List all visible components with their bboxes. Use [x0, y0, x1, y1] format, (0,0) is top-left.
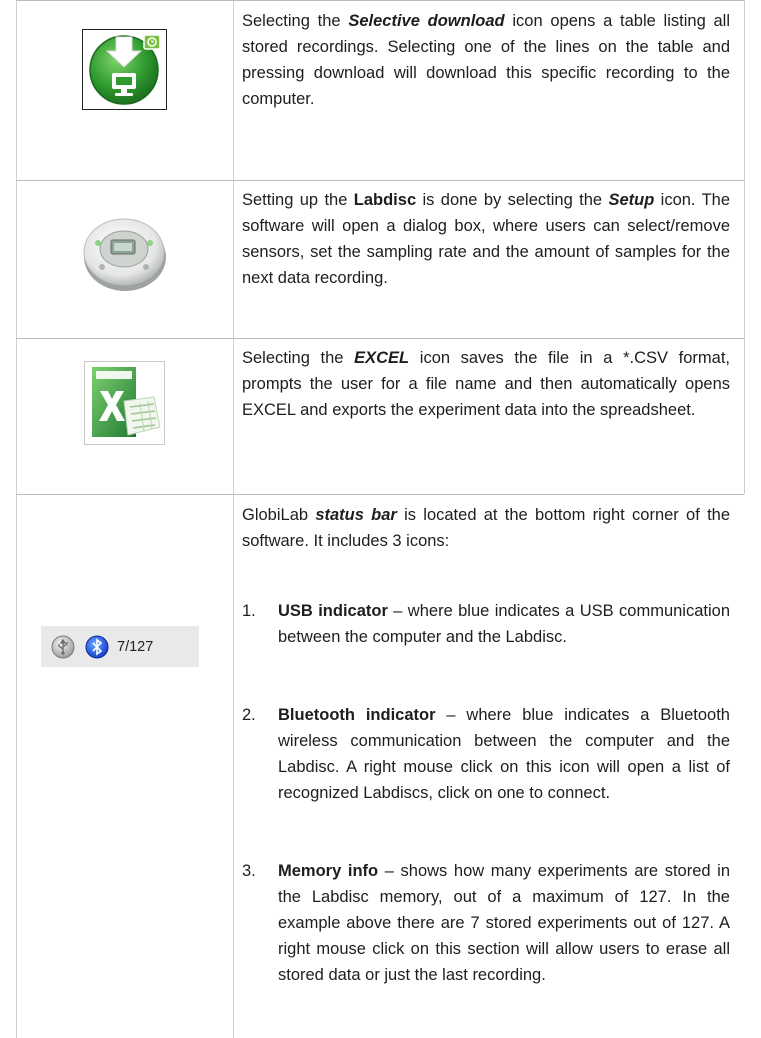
row-text: Selecting the EXCEL icon saves the file …: [242, 345, 730, 423]
list-item: 2. Bluetooth indicator – where blue indi…: [242, 702, 730, 806]
status-bar-icon: 7/127: [41, 626, 199, 667]
text-run: Selecting the: [242, 12, 349, 30]
row-text: GlobiLab status bar is located at the bo…: [242, 502, 730, 554]
bold-text: Memory info: [278, 862, 379, 880]
table-column-divider: [233, 0, 234, 1038]
row-divider: [16, 338, 744, 339]
bold-text: Bluetooth indicator: [278, 706, 436, 724]
list-number: 2.: [242, 706, 256, 724]
list-item-text: Memory info – shows how many experiments…: [278, 858, 730, 988]
emphasis-text: EXCEL: [354, 349, 410, 367]
list-number: 1.: [242, 602, 256, 620]
memory-info-text: 7/127: [117, 638, 154, 655]
table-left-border: [16, 0, 17, 1038]
table-top-border: [16, 0, 744, 1]
text-run: Selecting the: [242, 349, 355, 367]
list-item: 3. Memory info – shows how many experime…: [242, 858, 730, 988]
text-run: – shows how many experiments are stored …: [278, 862, 731, 984]
row-text: Selecting the Selective download icon op…: [242, 8, 730, 112]
table-right-border: [744, 180, 745, 338]
list-item: 1. USB indicator – where blue indicates …: [242, 598, 730, 650]
bold-text: Labdisc: [353, 191, 417, 209]
emphasis-text: Setup: [608, 191, 655, 209]
labdisc-setup-description: Setting up the Labdisc is done by select…: [242, 187, 730, 291]
labdisc-device-icon: [78, 207, 170, 297]
document-page: Selecting the Selective download icon op…: [0, 0, 761, 1038]
table-right-border: [744, 0, 745, 180]
list-item-text: USB indicator – where blue indicates a U…: [278, 598, 730, 650]
text-run: is done by selecting the: [416, 191, 609, 209]
excel-export-description: Selecting the EXCEL icon saves the file …: [242, 345, 730, 423]
excel-icon: [84, 361, 165, 445]
status-bar-description: GlobiLab status bar is located at the bo…: [242, 502, 730, 554]
row-divider: [16, 494, 744, 495]
usb-indicator-icon: [51, 635, 75, 659]
list-number: 3.: [242, 862, 256, 880]
list-item-text: Bluetooth indicator – where blue indicat…: [278, 702, 730, 806]
row-divider: [16, 180, 744, 181]
selective-download-icon: [82, 29, 167, 110]
selective-download-description: Selecting the Selective download icon op…: [242, 8, 730, 112]
row-text: Setting up the Labdisc is done by select…: [242, 187, 730, 291]
text-run: Setting up the: [242, 191, 354, 209]
bluetooth-indicator-icon: [85, 635, 109, 659]
table-right-border: [744, 338, 745, 494]
emphasis-text: status bar: [315, 506, 397, 524]
emphasis-text: Selective download: [348, 12, 505, 30]
bold-text: USB indicator: [278, 602, 388, 620]
text-run: GlobiLab: [242, 506, 316, 524]
